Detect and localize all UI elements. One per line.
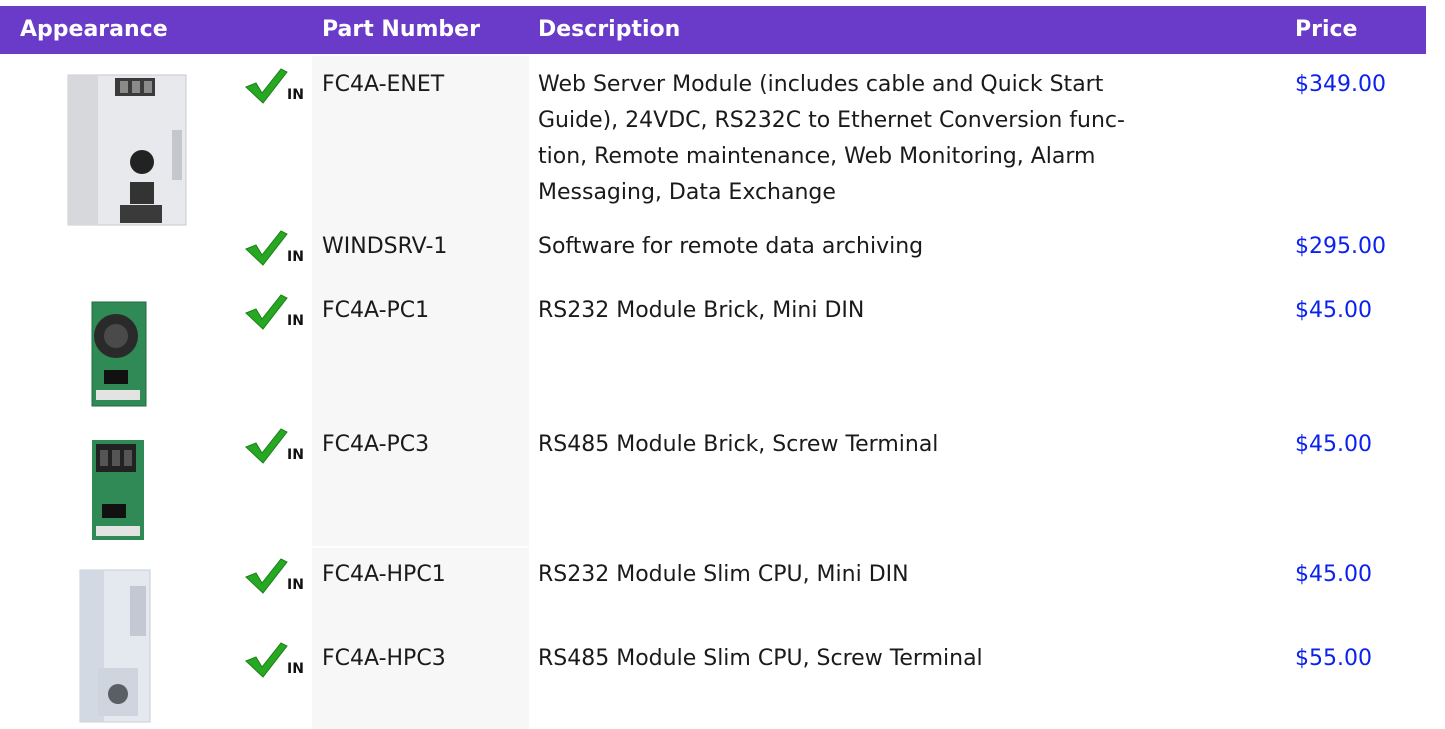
- description-line: Messaging, Data Exchange: [538, 180, 836, 205]
- header-part-number: Part Number: [322, 17, 480, 42]
- header-appearance: Appearance: [20, 17, 168, 42]
- part-number-cell: FC4A-HPC1: [322, 562, 446, 587]
- in-stock-badge: IN: [243, 425, 313, 464]
- part-number-cell: FC4A-HPC3: [322, 646, 446, 671]
- description-cell: Software for remote data archiving: [538, 229, 1258, 265]
- description-line: Guide), 24VDC, RS232C to Ethernet Conver…: [538, 108, 1125, 133]
- part-number-cell: FC4A-PC3: [322, 432, 430, 457]
- description-cell: RS232 Module Slim CPU, Mini DIN: [538, 557, 1258, 593]
- price-link[interactable]: $45.00: [1295, 427, 1372, 463]
- description-cell: Web Server Module (includes cable and Qu…: [538, 67, 1258, 211]
- in-stock-badge: IN: [243, 555, 313, 594]
- in-stock-label: IN: [287, 661, 304, 677]
- description-line: tion, Remote maintenance, Web Monitoring…: [538, 144, 1096, 169]
- price-link[interactable]: $45.00: [1295, 557, 1372, 593]
- description-cell: RS232 Module Brick, Mini DIN: [538, 293, 1258, 329]
- in-stock-label: IN: [287, 447, 304, 463]
- description-line: RS485 Module Slim CPU, Screw Terminal: [538, 646, 983, 671]
- part-number-cell: FC4A-PC1: [322, 298, 430, 323]
- description-cell: RS485 Module Brick, Screw Terminal: [538, 427, 1258, 463]
- in-stock-label: IN: [287, 577, 304, 593]
- part-number-cell: FC4A-ENET: [322, 72, 445, 97]
- header-price: Price: [1295, 17, 1358, 42]
- checkmark-icon: IN: [245, 294, 304, 330]
- price-link[interactable]: $55.00: [1295, 641, 1372, 677]
- description-line: Software for remote data archiving: [538, 234, 924, 259]
- checkmark-icon: IN: [245, 642, 304, 678]
- description-line: RS232 Module Slim CPU, Mini DIN: [538, 562, 909, 587]
- description-line: RS232 Module Brick, Mini DIN: [538, 298, 865, 323]
- price-link[interactable]: $45.00: [1295, 293, 1372, 329]
- description-line: RS485 Module Brick, Screw Terminal: [538, 432, 939, 457]
- rs232-brick-image: [91, 301, 147, 407]
- in-stock-badge: IN: [243, 227, 313, 266]
- in-stock-label: IN: [287, 313, 304, 329]
- web-server-module-image: [67, 74, 187, 226]
- checkmark-icon: IN: [245, 428, 304, 464]
- checkmark-icon: IN: [245, 230, 304, 266]
- in-stock-badge: IN: [243, 65, 313, 104]
- header-description: Description: [538, 17, 681, 42]
- price-link[interactable]: $295.00: [1295, 229, 1386, 265]
- rs485-brick-image: [92, 440, 144, 540]
- in-stock-badge: IN: [243, 639, 313, 678]
- checkmark-icon: IN: [245, 558, 304, 594]
- description-cell: RS485 Module Slim CPU, Screw Terminal: [538, 641, 1258, 677]
- description-line: Web Server Module (includes cable and Qu…: [538, 72, 1104, 97]
- slim-cpu-module-image: [79, 569, 151, 723]
- in-stock-label: IN: [287, 249, 304, 265]
- in-stock-badge: IN: [243, 291, 313, 330]
- part-number-cell: WINDSRV-1: [322, 234, 448, 259]
- table-header: Appearance Part Number Description Price: [0, 6, 1426, 54]
- price-link[interactable]: $349.00: [1295, 67, 1386, 103]
- in-stock-label: IN: [287, 87, 304, 103]
- checkmark-icon: IN: [245, 68, 304, 104]
